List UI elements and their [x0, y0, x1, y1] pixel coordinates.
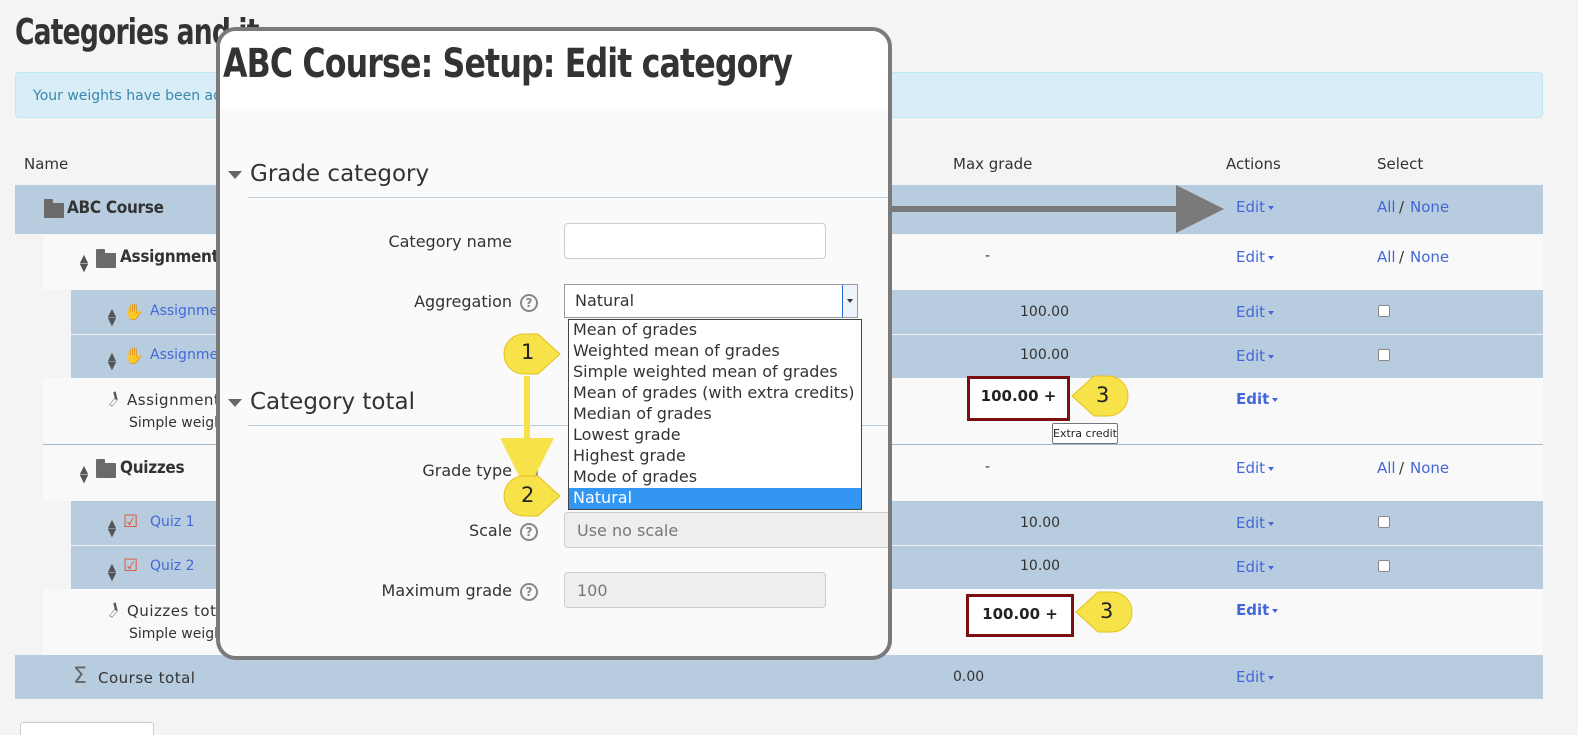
callout-number-2: 2 — [521, 483, 535, 507]
callout-number-3: 3 — [1100, 599, 1114, 623]
callout-number-1: 1 — [521, 340, 535, 364]
callout-number-3: 3 — [1096, 383, 1110, 407]
callout-layer — [500, 333, 1133, 633]
